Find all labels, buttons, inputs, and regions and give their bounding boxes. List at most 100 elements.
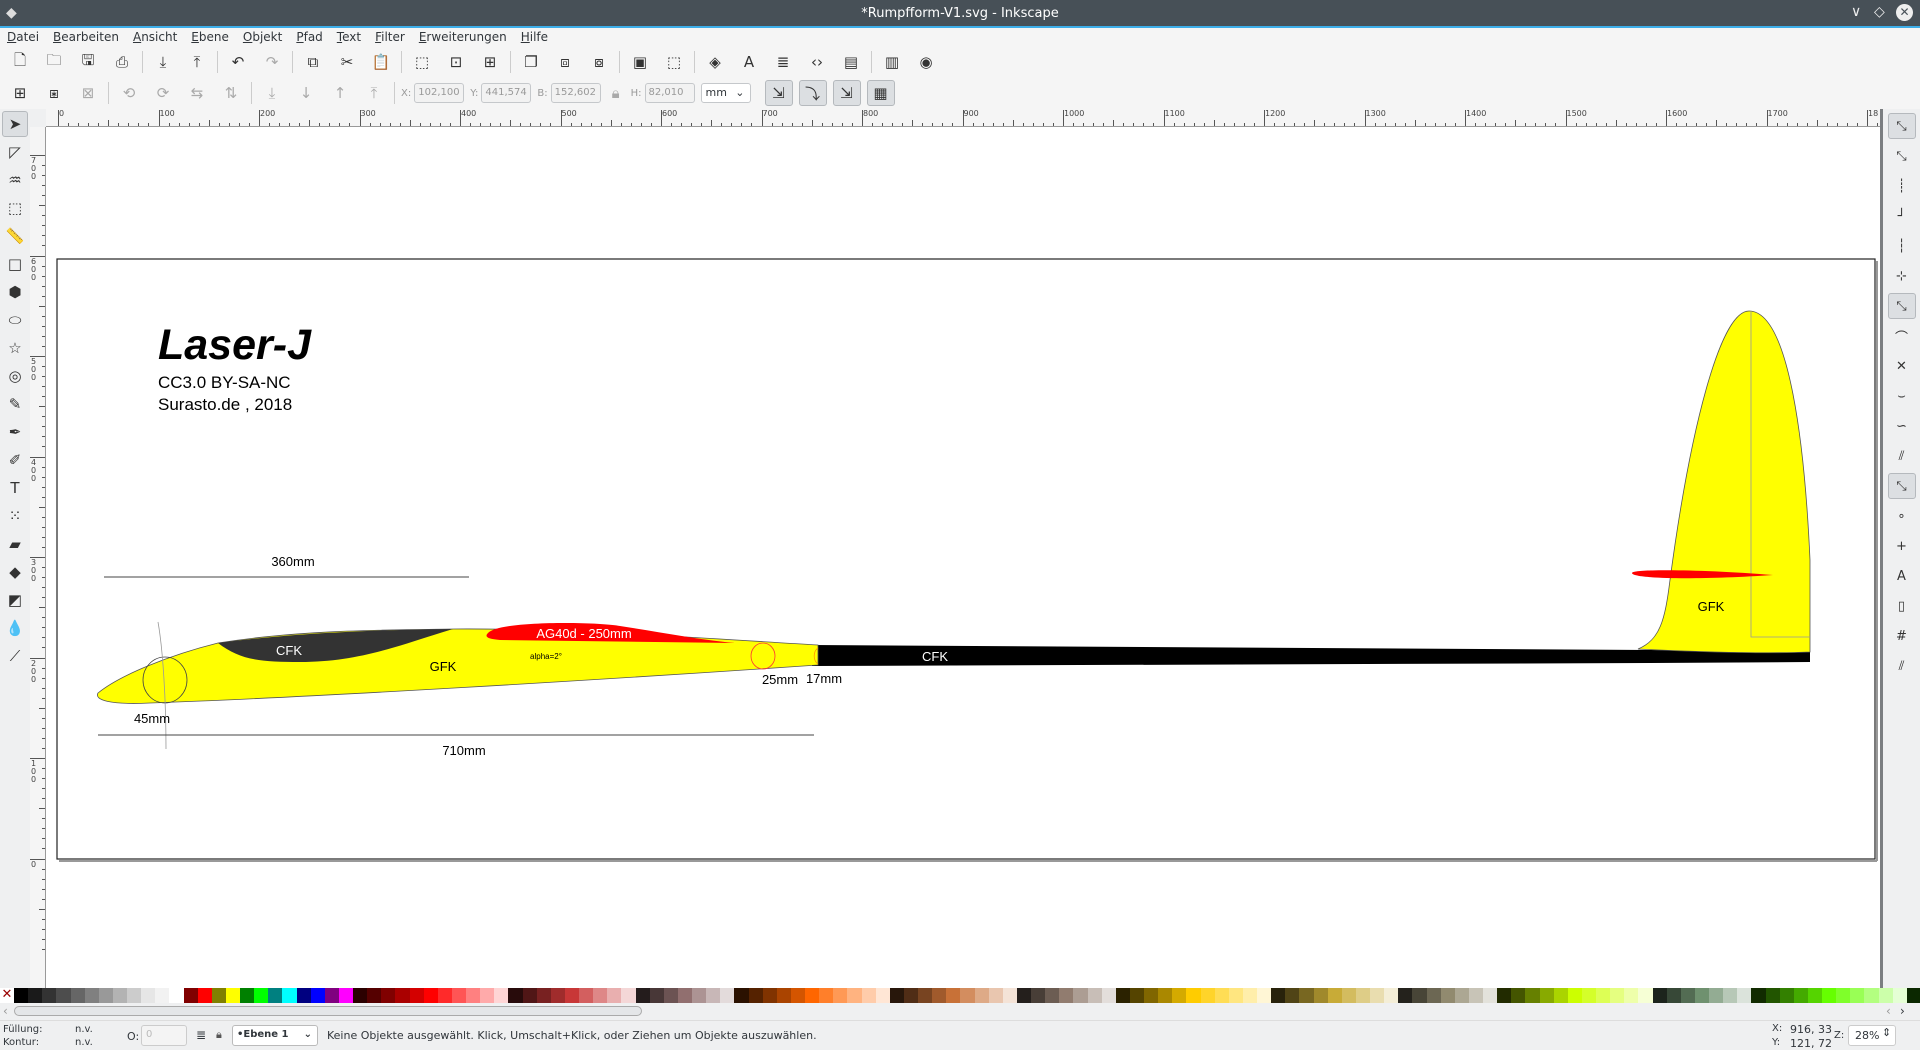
color-swatch[interactable] [367, 988, 382, 1003]
color-swatch[interactable] [1610, 988, 1625, 1003]
color-swatch[interactable] [324, 988, 339, 1003]
selector-tool-button[interactable]: ➤ [2, 111, 28, 137]
raise-button[interactable]: ↑ [326, 80, 354, 106]
copy-button[interactable]: ⧉ [299, 49, 327, 75]
color-swatch[interactable] [734, 988, 749, 1003]
import-button[interactable]: ⤓ [149, 49, 177, 75]
color-swatch[interactable] [663, 988, 678, 1003]
color-swatch[interactable] [1144, 988, 1159, 1003]
color-swatch[interactable] [1257, 988, 1272, 1003]
color-swatch[interactable] [1511, 988, 1526, 1003]
color-swatch[interactable] [84, 988, 99, 1003]
menu-hilfe[interactable]: Hilfe [521, 28, 548, 47]
color-swatch[interactable] [310, 988, 325, 1003]
snap-bbox-button[interactable]: ⤡ [1888, 143, 1916, 169]
color-swatch[interactable] [1709, 988, 1724, 1003]
paint-bucket-tool-button[interactable]: ◆ [2, 559, 28, 585]
align-distribute-button[interactable]: ▤ [837, 49, 865, 75]
color-swatch[interactable] [1454, 988, 1469, 1003]
color-swatch[interactable] [536, 988, 551, 1003]
group-button[interactable]: ▣ [626, 49, 654, 75]
duplicate-button[interactable]: ❐ [517, 49, 545, 75]
color-swatch[interactable] [988, 988, 1003, 1003]
color-swatch[interactable] [847, 988, 862, 1003]
color-swatch[interactable] [1624, 988, 1639, 1003]
menu-bearbeiten[interactable]: Bearbeiten [53, 28, 119, 47]
color-swatch[interactable] [1765, 988, 1780, 1003]
color-swatch[interactable] [946, 988, 961, 1003]
paste-button[interactable]: 📋 [367, 49, 395, 75]
no-paint-swatch[interactable]: ✕ [0, 988, 14, 1003]
snap-toggle-button[interactable]: ⤡ [1887, 113, 1916, 139]
color-swatch[interactable] [1426, 988, 1441, 1003]
color-swatch[interactable] [508, 988, 523, 1003]
snap-smooth-nodes-button[interactable]: ∽ [1888, 413, 1916, 439]
preferences-button[interactable]: ◉ [912, 49, 940, 75]
color-swatch[interactable] [1680, 988, 1695, 1003]
new-document-button[interactable]: 🗋 [6, 49, 34, 75]
height-field[interactable]: H: 82,010 [631, 83, 695, 103]
node-tool-button[interactable]: ◸ [2, 139, 28, 165]
color-swatch[interactable] [706, 988, 721, 1003]
color-swatch[interactable] [748, 988, 763, 1003]
color-swatch[interactable] [621, 988, 636, 1003]
snap-bbox-edges-button[interactable]: ┊ [1888, 173, 1916, 199]
unit-select[interactable]: mm ⌄ [700, 83, 751, 103]
color-swatch[interactable] [974, 988, 989, 1003]
snap-grid-button[interactable]: # [1888, 623, 1916, 649]
color-swatch[interactable] [932, 988, 947, 1003]
color-swatch[interactable] [805, 988, 820, 1003]
color-swatch[interactable] [579, 988, 594, 1003]
snap-midpoints-button[interactable]: ⫽ [1888, 443, 1916, 469]
select-all-button[interactable]: ⊞ [6, 80, 34, 106]
color-swatch[interactable] [1581, 988, 1596, 1003]
dimension-710-label[interactable]: 710mm [442, 743, 485, 758]
color-swatch[interactable] [1596, 988, 1611, 1003]
color-swatch[interactable] [1892, 988, 1907, 1003]
color-swatch[interactable] [14, 988, 29, 1003]
color-swatch[interactable] [1115, 988, 1130, 1003]
layers-button[interactable]: ≣ [769, 49, 797, 75]
color-swatch[interactable] [494, 988, 509, 1003]
color-swatch[interactable] [677, 988, 692, 1003]
color-swatch[interactable] [1836, 988, 1851, 1003]
dropper-tool-button[interactable]: 💧 [2, 615, 28, 641]
color-swatch[interactable] [1242, 988, 1257, 1003]
menu-filter[interactable]: Filter [375, 28, 405, 47]
color-swatch[interactable] [889, 988, 904, 1003]
raise-to-top-button[interactable]: ⤒ [360, 80, 388, 106]
snap-bbox-midpoints-button[interactable]: ┆ [1888, 233, 1916, 259]
fill-value[interactable]: n.v. [75, 1024, 93, 1035]
fin-gfk-label[interactable]: GFK [1698, 599, 1725, 614]
color-swatch[interactable] [1483, 988, 1498, 1003]
measure-tool-button[interactable]: 📏 [2, 223, 28, 249]
zoom-tool-button[interactable]: ⬚ [2, 195, 28, 221]
color-swatch[interactable] [1327, 988, 1342, 1003]
color-swatch[interactable] [635, 988, 650, 1003]
gradient-tool-button[interactable]: ◩ [2, 587, 28, 613]
color-swatch[interactable] [1864, 988, 1879, 1003]
color-swatch[interactable] [1638, 988, 1653, 1003]
color-swatch[interactable] [1087, 988, 1102, 1003]
height-input[interactable]: 82,010 [644, 83, 695, 103]
3d-box-tool-button[interactable]: ⬢ [2, 279, 28, 305]
color-swatch[interactable] [1299, 988, 1314, 1003]
drawing-canvas[interactable]: Laser-J CC3.0 BY-SA-NC Surasto.de , 2018… [46, 127, 1880, 988]
color-swatch[interactable] [395, 988, 410, 1003]
unlink-clone-button[interactable]: ⧇ [585, 49, 613, 75]
undo-button[interactable]: ↶ [224, 49, 252, 75]
author-text[interactable]: Surasto.de , 2018 [158, 395, 292, 414]
color-swatch[interactable] [268, 988, 283, 1003]
snap-paths-button[interactable]: ⌒ [1888, 323, 1916, 349]
color-swatch[interactable] [1850, 988, 1865, 1003]
stroke-value[interactable]: n.v. [75, 1037, 93, 1048]
color-swatch[interactable] [1214, 988, 1229, 1003]
color-swatch[interactable] [1497, 988, 1512, 1003]
color-swatch[interactable] [1652, 988, 1667, 1003]
star-tool-button[interactable]: ☆ [2, 335, 28, 361]
save-button[interactable]: 🖫 [74, 49, 102, 75]
color-swatch[interactable] [1723, 988, 1738, 1003]
color-swatch[interactable] [1440, 988, 1455, 1003]
diameter-25-label[interactable]: 25mm [762, 672, 798, 687]
color-swatch[interactable] [28, 988, 43, 1003]
